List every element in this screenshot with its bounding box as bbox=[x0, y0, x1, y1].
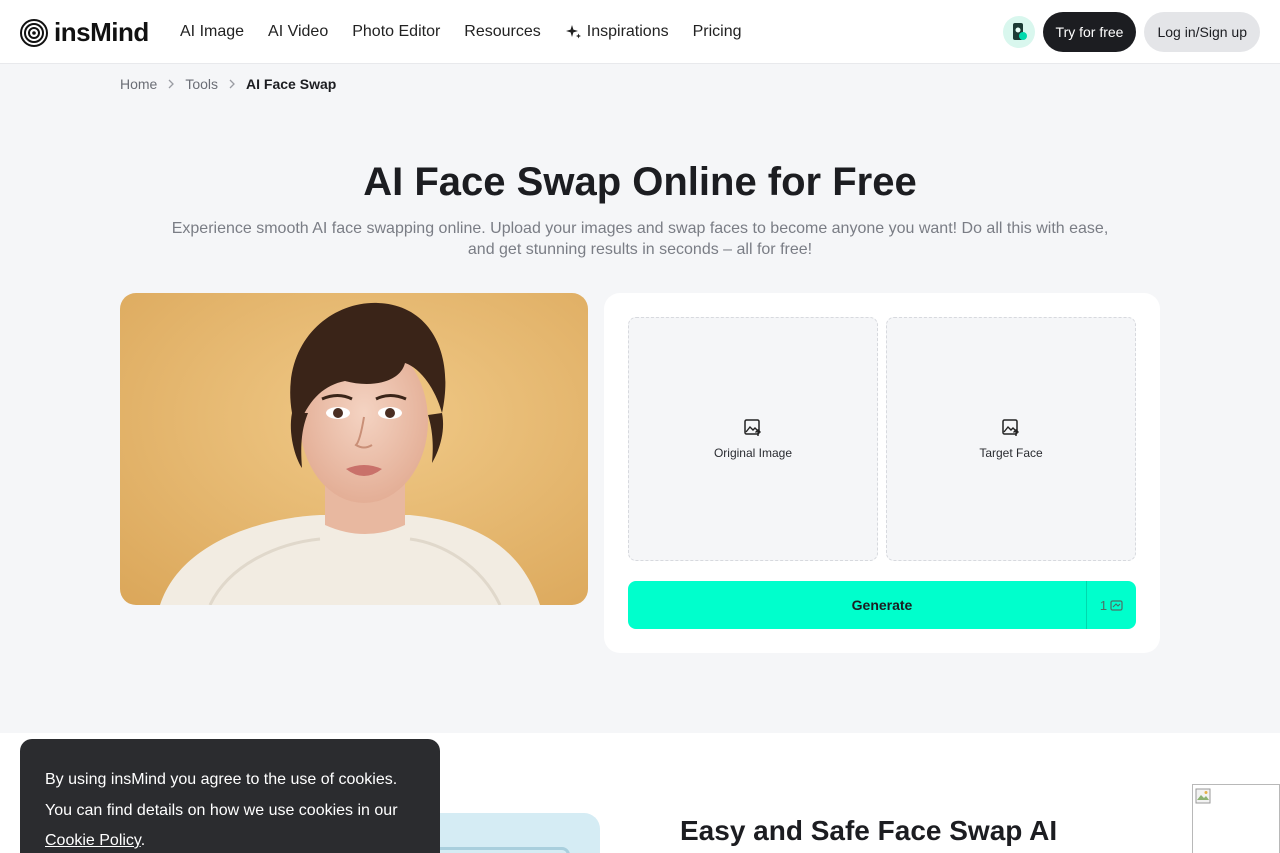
logo-mark-icon bbox=[20, 18, 48, 47]
page-subtitle-line2: and get stunning results in seconds – al… bbox=[467, 241, 813, 258]
cookie-banner: By using insMind you agree to the use of… bbox=[20, 739, 440, 853]
breadcrumb-tools[interactable]: Tools bbox=[185, 76, 218, 92]
login-signup-button[interactable]: Log in/Sign up bbox=[1144, 12, 1260, 52]
target-face-label: Target Face bbox=[979, 446, 1043, 460]
nav-ai-video[interactable]: AI Video bbox=[268, 23, 328, 41]
breadcrumb-home[interactable]: Home bbox=[120, 76, 157, 92]
broken-image-placeholder bbox=[1192, 784, 1280, 853]
breadcrumb: Home Tools AI Face Swap bbox=[120, 76, 336, 92]
site-header: insMind AI Image AI Video Photo Editor R… bbox=[0, 0, 1280, 64]
image-upload-icon bbox=[1002, 419, 1019, 436]
try-for-free-button[interactable]: Try for free bbox=[1042, 12, 1137, 52]
cookie-suffix: . bbox=[140, 832, 146, 849]
cookie-policy-line: Cookie Policy. bbox=[45, 826, 415, 853]
nav-ai-image[interactable]: AI Image bbox=[180, 23, 244, 41]
chevron-right-icon bbox=[229, 79, 235, 89]
cookie-text-line2: You can find details on how we use cooki… bbox=[45, 801, 398, 819]
feature-image-frame bbox=[420, 847, 570, 853]
header-actions: Try for free Log in/Sign up bbox=[1002, 12, 1260, 52]
credit-icon bbox=[1110, 599, 1123, 611]
feature-title: Easy and Safe Face Swap AI bbox=[680, 815, 1058, 846]
original-image-label: Original Image bbox=[713, 446, 793, 460]
nav-inspirations-label: Inspirations bbox=[586, 22, 669, 40]
generate-button[interactable]: Generate 1 bbox=[628, 581, 1136, 629]
sparkle-icon bbox=[565, 24, 581, 38]
broken-image-icon bbox=[1195, 788, 1211, 804]
cookie-text-line1: By using insMind you agree to the use of… bbox=[45, 771, 398, 788]
nav-inspirations[interactable]: Inspirations bbox=[565, 23, 669, 41]
chevron-right-icon bbox=[168, 79, 175, 89]
logo[interactable]: insMind bbox=[20, 17, 149, 48]
generate-label: Generate bbox=[851, 597, 913, 613]
page-title: AI Face Swap Online for Free bbox=[363, 160, 917, 204]
nav-pricing[interactable]: Pricing bbox=[693, 23, 742, 41]
page-subtitle: Experience smooth AI face swapping onlin… bbox=[160, 218, 1120, 260]
phone-app-icon bbox=[1012, 23, 1027, 40]
app-download-button[interactable] bbox=[1002, 16, 1035, 48]
nav-photo-editor[interactable]: Photo Editor bbox=[352, 23, 440, 41]
face-swap-panel: Original Image Target Face Generate 1 bbox=[604, 293, 1160, 653]
original-image-upload[interactable]: Original Image bbox=[628, 317, 878, 561]
page-subtitle-line1: Experience smooth AI face swapping onlin… bbox=[171, 220, 1109, 237]
credit-cost: 1 bbox=[1086, 581, 1136, 629]
sample-portrait-image bbox=[120, 293, 588, 605]
logo-text: insMind bbox=[54, 17, 149, 47]
image-upload-icon bbox=[744, 419, 761, 436]
cookie-policy-link[interactable]: Cookie Policy bbox=[45, 832, 141, 849]
target-face-upload[interactable]: Target Face bbox=[886, 317, 1136, 561]
main-nav: AI Image AI Video Photo Editor Resources… bbox=[180, 0, 742, 63]
nav-resources[interactable]: Resources bbox=[464, 23, 540, 41]
credit-count: 1 bbox=[1099, 597, 1108, 613]
breadcrumb-current: AI Face Swap bbox=[246, 76, 337, 92]
